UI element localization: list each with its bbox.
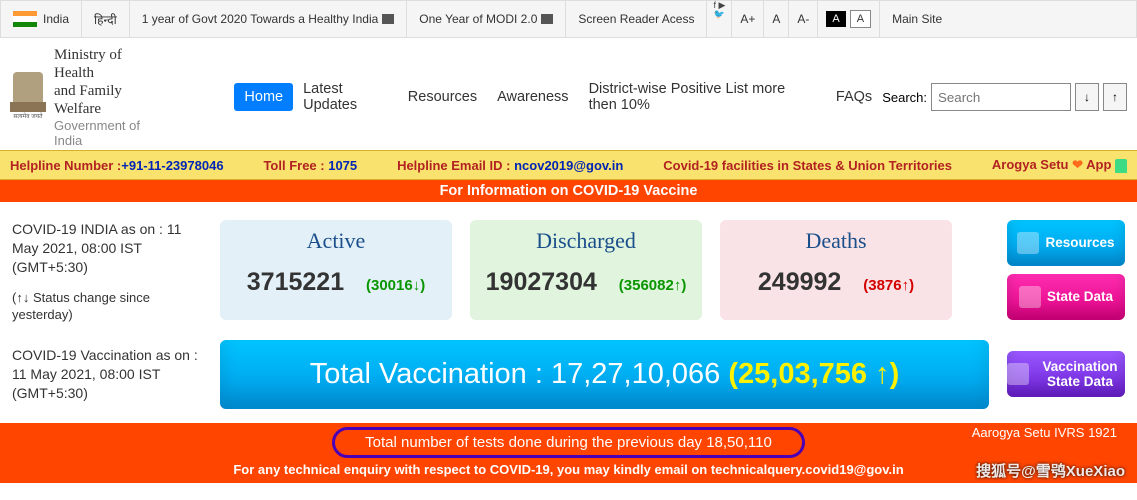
discharged-label: Discharged bbox=[470, 228, 702, 254]
stats-caption: COVID-19 INDIA as on : 11 May 2021, 08:0… bbox=[12, 220, 220, 324]
modi-link[interactable]: One Year of MODI 2.0 bbox=[407, 1, 566, 37]
vaccination-caption: COVID-19 Vaccination as on : 11 May 2021… bbox=[12, 346, 220, 403]
gov-year-link[interactable]: 1 year of Govt 2020 Towards a Healthy In… bbox=[130, 1, 408, 37]
stat-cards: Active 3715221 (30016↓) Discharged 19027… bbox=[220, 220, 952, 320]
vaccination-delta: (25,03,756 ↑) bbox=[728, 358, 899, 390]
book-icon bbox=[382, 14, 394, 24]
resources-button[interactable]: Resources bbox=[1007, 220, 1125, 266]
nav-home[interactable]: Home bbox=[234, 83, 293, 111]
sort-down-button[interactable]: ↓ bbox=[1075, 83, 1099, 111]
deaths-label: Deaths bbox=[720, 228, 952, 254]
main-site-link[interactable]: Main Site bbox=[880, 1, 954, 37]
emblem-motto: सत्यमेव जयते bbox=[13, 112, 42, 120]
vaccination-row: COVID-19 Vaccination as on : 11 May 2021… bbox=[12, 340, 1125, 409]
footer-bar: Aarogya Setu IVRS 1921 Total number of t… bbox=[0, 423, 1137, 483]
nav-latest-updates[interactable]: Latest Updates bbox=[293, 75, 398, 119]
main-content: COVID-19 INDIA as on : 11 May 2021, 08:0… bbox=[0, 202, 1137, 415]
modi-label: One Year of MODI 2.0 bbox=[419, 12, 537, 26]
font-normal-button[interactable]: A bbox=[764, 1, 789, 37]
toll-free: Toll Free : 1075 bbox=[263, 158, 357, 173]
font-decrease-button[interactable]: A- bbox=[789, 1, 818, 37]
nav-district-list[interactable]: District-wise Positive List more then 10… bbox=[579, 75, 826, 119]
active-value: 3715221 bbox=[247, 268, 344, 297]
ministry-line1: Ministry of Health bbox=[54, 46, 164, 82]
helpline-email: Helpline Email ID : ncov2019@gov.in bbox=[397, 158, 623, 173]
android-icon bbox=[1115, 159, 1127, 173]
active-delta: (30016↓) bbox=[366, 277, 425, 294]
watermark: 搜狐号@雪鸮XueXiao bbox=[976, 460, 1125, 481]
nav-awareness[interactable]: Awareness bbox=[487, 83, 578, 111]
state-data-button[interactable]: State Data bbox=[1007, 274, 1125, 320]
discharged-delta: (356082↑) bbox=[619, 277, 687, 294]
hindi-link[interactable]: हिन्दी bbox=[82, 1, 130, 37]
vaccination-value: 17,27,10,066 bbox=[551, 358, 720, 390]
helpline-bar: Helpline Number :+91-11-23978046 Toll Fr… bbox=[0, 150, 1137, 180]
search-area: Search: ↓ ↑ bbox=[882, 83, 1127, 111]
stats-change-note: (↑↓ Status change since yesterday) bbox=[12, 289, 205, 324]
social-icons[interactable]: f ▶ 🐦 bbox=[707, 1, 732, 37]
side-buttons-2: Vaccination State Data bbox=[1007, 351, 1125, 397]
country-label: India bbox=[43, 12, 69, 26]
stats-as-on: COVID-19 INDIA as on : 11 May 2021, 08:0… bbox=[12, 220, 205, 277]
deaths-value: 249992 bbox=[758, 268, 841, 297]
arogya-setu-link[interactable]: Arogya Setu ❤ App bbox=[992, 157, 1127, 173]
dark-theme-button[interactable]: A bbox=[826, 11, 845, 27]
tests-done-highlight: Total number of tests done during the pr… bbox=[332, 427, 805, 458]
state-data-icon bbox=[1019, 286, 1041, 308]
discharged-value: 19027304 bbox=[486, 268, 597, 297]
nav-resources[interactable]: Resources bbox=[398, 83, 487, 111]
card-active: Active 3715221 (30016↓) bbox=[220, 220, 452, 320]
book-icon bbox=[541, 14, 553, 24]
syringe-icon bbox=[1007, 363, 1029, 385]
vaccination-label: Total Vaccination : bbox=[310, 358, 551, 390]
deaths-delta: (3876↑) bbox=[863, 277, 914, 294]
india-flag-icon bbox=[13, 11, 37, 27]
top-bar: India हिन्दी 1 year of Govt 2020 Towards… bbox=[0, 0, 1137, 38]
facilities-link[interactable]: Covid-19 facilities in States & Union Te… bbox=[663, 158, 952, 173]
card-discharged: Discharged 19027304 (356082↑) bbox=[470, 220, 702, 320]
ministry-title-block: Ministry of Health and Family Welfare Go… bbox=[54, 46, 164, 148]
card-deaths: Deaths 249992 (3876↑) bbox=[720, 220, 952, 320]
vaccination-state-data-button[interactable]: Vaccination State Data bbox=[1007, 351, 1125, 397]
theme-buttons: A A bbox=[818, 1, 880, 37]
country-selector[interactable]: India bbox=[1, 1, 82, 37]
light-theme-button[interactable]: A bbox=[850, 10, 871, 28]
ministry-sub: Government of India bbox=[54, 118, 164, 148]
resources-icon bbox=[1017, 232, 1039, 254]
sort-up-button[interactable]: ↑ bbox=[1103, 83, 1127, 111]
search-input[interactable] bbox=[931, 83, 1071, 111]
vaccine-info-bar[interactable]: For Information on COVID-19 Vaccine bbox=[0, 180, 1137, 202]
heart-icon: ❤ bbox=[1072, 157, 1083, 172]
active-label: Active bbox=[220, 228, 452, 254]
ministry-line2: and Family Welfare bbox=[54, 82, 164, 118]
search-label: Search: bbox=[882, 90, 927, 105]
national-emblem-icon: सत्यमेव जयते bbox=[10, 72, 46, 122]
gov-year-label: 1 year of Govt 2020 Towards a Healthy In… bbox=[142, 12, 379, 26]
header: सत्यमेव जयते Ministry of Health and Fami… bbox=[0, 38, 1137, 150]
stats-row: COVID-19 INDIA as on : 11 May 2021, 08:0… bbox=[12, 220, 1125, 324]
technical-enquiry: For any technical enquiry with respect t… bbox=[0, 462, 1137, 477]
font-increase-button[interactable]: A+ bbox=[732, 1, 764, 37]
nav-faqs[interactable]: FAQs bbox=[826, 83, 882, 111]
screen-reader-link[interactable]: Screen Reader Acess bbox=[566, 1, 707, 37]
twitter-icon[interactable]: 🐦 bbox=[714, 10, 725, 19]
helpline-number: Helpline Number :+91-11-23978046 bbox=[10, 158, 224, 173]
side-buttons: Resources State Data bbox=[1007, 220, 1125, 320]
arogya-ivrs: Aarogya Setu IVRS 1921 bbox=[972, 425, 1117, 440]
main-nav: Home Latest Updates Resources Awareness … bbox=[234, 75, 882, 119]
vaccination-card: Total Vaccination : 17,27,10,066 (25,03,… bbox=[220, 340, 989, 409]
